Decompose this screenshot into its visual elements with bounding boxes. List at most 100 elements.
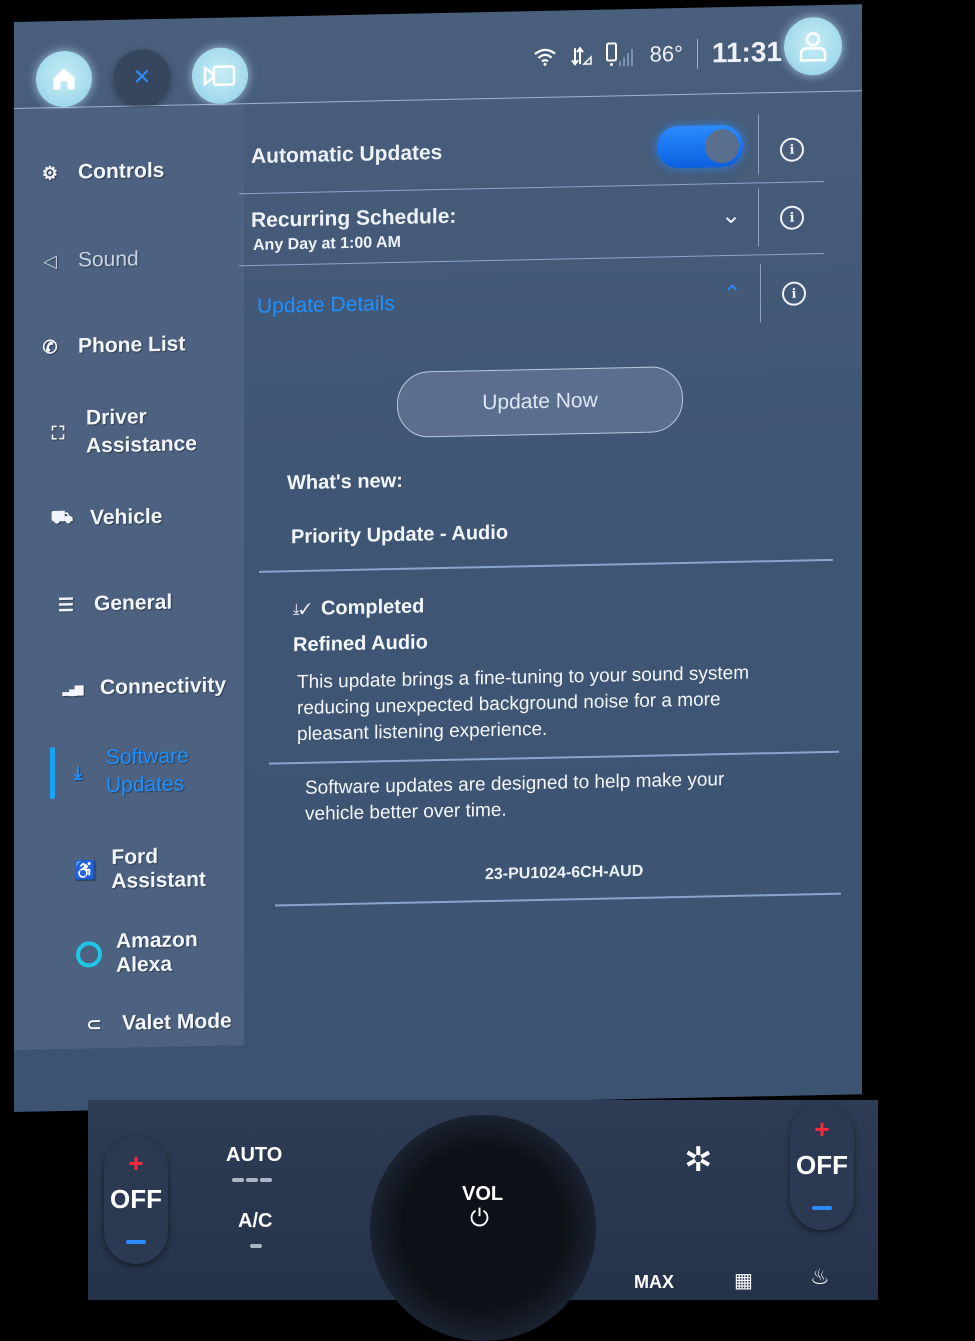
- sidebar-item-driver-assistance[interactable]: ⛶ Driver Assistance: [44, 402, 197, 461]
- home-icon: [53, 68, 75, 90]
- sidebar-item-label: Phone List: [78, 332, 186, 358]
- rear-defrost-icon[interactable]: ▦: [734, 1268, 753, 1293]
- left-temp-control[interactable]: + OFF: [104, 1136, 168, 1264]
- sidebar-item-sound[interactable]: ◁ Sound: [36, 247, 139, 273]
- phone-icon: ✆: [42, 336, 58, 357]
- right-temp-minus[interactable]: [812, 1206, 832, 1210]
- sidebar-item-label: Sound: [78, 247, 139, 272]
- info-icon[interactable]: i: [782, 281, 806, 306]
- recurring-schedule-row[interactable]: Recurring Schedule: Any Day at 1:00 AM ⌄…: [239, 181, 824, 267]
- heated-seat-icon[interactable]: ♨: [810, 1264, 830, 1290]
- sidebar-item-label-line1: Software: [106, 744, 189, 770]
- status-label: Completed: [320, 595, 425, 620]
- whats-new-label: What's new:: [287, 469, 403, 495]
- sidebar-item-label: Controls: [78, 158, 165, 184]
- sidebar-item-label: Ford Assistant: [111, 844, 206, 893]
- info-icon[interactable]: i: [780, 205, 804, 230]
- right-temp-control[interactable]: + OFF: [790, 1102, 854, 1230]
- vehicle-icon: ⛟: [50, 506, 74, 528]
- sidebar-item-label-line1: Driver: [86, 405, 147, 430]
- left-temp-minus[interactable]: [126, 1240, 146, 1244]
- update-now-button[interactable]: Update Now: [397, 365, 683, 438]
- divider: [259, 558, 833, 573]
- settings-sidebar: ⚙ Controls ◁ Sound ✆ Phone List ⛶ Driver…: [14, 105, 244, 1050]
- signal-bars-icon: ▂▄▆: [62, 683, 82, 696]
- clock: 11:31: [711, 35, 782, 69]
- top-bar: ✕ 86° 11:31: [14, 4, 862, 110]
- left-temp-plus[interactable]: +: [104, 1148, 168, 1179]
- divider: [275, 892, 841, 907]
- profile-icon: [799, 32, 827, 62]
- sidebar-item-vehicle[interactable]: ⛟ Vehicle: [48, 504, 163, 531]
- sidebar-item-label-line2: Updates: [106, 772, 185, 798]
- sidebar-item-phone-list[interactable]: ✆ Phone List: [36, 332, 185, 359]
- sidebar-item-software-updates[interactable]: ⤓ Software Updates: [64, 742, 189, 801]
- close-button[interactable]: ✕: [114, 48, 170, 106]
- sidebar-item-label: Valet Mode: [122, 1009, 232, 1035]
- toggle-knob: [705, 128, 739, 164]
- automatic-updates-toggle[interactable]: [657, 124, 743, 169]
- data-transfer-icon: [570, 46, 592, 66]
- info-icon[interactable]: i: [780, 137, 804, 162]
- update-status: ⤓✓ Completed: [293, 595, 424, 621]
- automatic-updates-row: Automatic Updates i: [239, 93, 824, 195]
- recurring-schedule-value: Any Day at 1:00 AM: [253, 233, 401, 254]
- temperature-readout: 86°: [649, 40, 683, 67]
- phone-signal-icon: [605, 42, 633, 67]
- sidebar-item-label: Vehicle: [90, 504, 163, 530]
- download-complete-icon: ⤓✓: [293, 600, 311, 619]
- recurring-schedule-label: Recurring Schedule:: [251, 204, 457, 233]
- chevron-up-icon[interactable]: ⌃: [723, 281, 741, 307]
- profile-button[interactable]: [784, 16, 842, 76]
- sidebar-item-amazon-alexa[interactable]: Amazon Alexa: [76, 927, 244, 979]
- sidebar-item-label: General: [94, 590, 173, 616]
- sidebar-item-ford-assistant[interactable]: ♿ Ford Assistant: [72, 843, 244, 895]
- speaker-icon: ◁: [43, 250, 57, 271]
- left-temp-value: OFF: [110, 1184, 162, 1214]
- divider: [758, 188, 759, 247]
- sidebar-item-controls[interactable]: ⚙ Controls: [36, 159, 164, 186]
- volume-knob[interactable]: VOL ⏻: [370, 1115, 596, 1341]
- home-button[interactable]: [36, 50, 92, 108]
- divider: [758, 114, 759, 175]
- auto-button[interactable]: AUTO: [226, 1144, 282, 1167]
- sidebar-item-valet-mode[interactable]: ⊂ Valet Mode: [80, 1009, 232, 1036]
- camera-button[interactable]: [192, 47, 248, 105]
- volume-label: VOL: [462, 1183, 504, 1205]
- close-icon: ✕: [132, 64, 152, 90]
- sidebar-item-connectivity[interactable]: ▂▄▆ Connectivity: [58, 674, 226, 702]
- priority-update-title: Priority Update - Audio: [291, 521, 509, 549]
- ac-button[interactable]: A/C: [238, 1210, 272, 1233]
- auto-indicator: [260, 1178, 272, 1182]
- valet-icon: ⊂: [86, 1013, 102, 1034]
- divider: [269, 750, 839, 765]
- camera-icon: [203, 65, 236, 87]
- defrost-airflow-icon[interactable]: ✲: [684, 1140, 713, 1180]
- active-indicator: [50, 747, 55, 800]
- assistant-icon: ♿: [73, 859, 96, 881]
- feature-title: Refined Audio: [293, 631, 428, 657]
- status-divider: [696, 38, 698, 69]
- controls-icon: ⚙: [41, 162, 59, 183]
- update-details-row[interactable]: Update Details ⌃ i: [239, 253, 824, 335]
- power-icon[interactable]: ⏻: [470, 1205, 489, 1233]
- alexa-icon: [76, 941, 102, 968]
- max-defrost-button[interactable]: MAX: [634, 1272, 674, 1293]
- divider: [760, 264, 761, 323]
- footer-note: Software updates are designed to help ma…: [305, 769, 725, 825]
- sidebar-item-label: Connectivity: [100, 673, 227, 700]
- version-code: 23-PU1024-6CH-AUD: [485, 862, 644, 884]
- right-temp-value: OFF: [796, 1150, 848, 1180]
- chevron-down-icon[interactable]: ⌄: [721, 201, 741, 230]
- sidebar-item-general[interactable]: ☰ General: [52, 591, 172, 618]
- auto-indicator: [232, 1178, 244, 1182]
- update-details-label: Update Details: [257, 292, 395, 318]
- sidebar-item-label-line2: Assistance: [86, 432, 197, 458]
- right-temp-plus[interactable]: +: [790, 1114, 854, 1145]
- wifi-icon: [533, 48, 556, 66]
- feature-description: This update brings a fine-tuning to your…: [297, 662, 750, 746]
- status-bar: 86° 11:31: [533, 35, 782, 73]
- auto-indicator: [246, 1178, 258, 1182]
- sidebar-item-label: Amazon Alexa: [116, 928, 198, 977]
- driver-assist-icon: ⛶: [51, 422, 65, 443]
